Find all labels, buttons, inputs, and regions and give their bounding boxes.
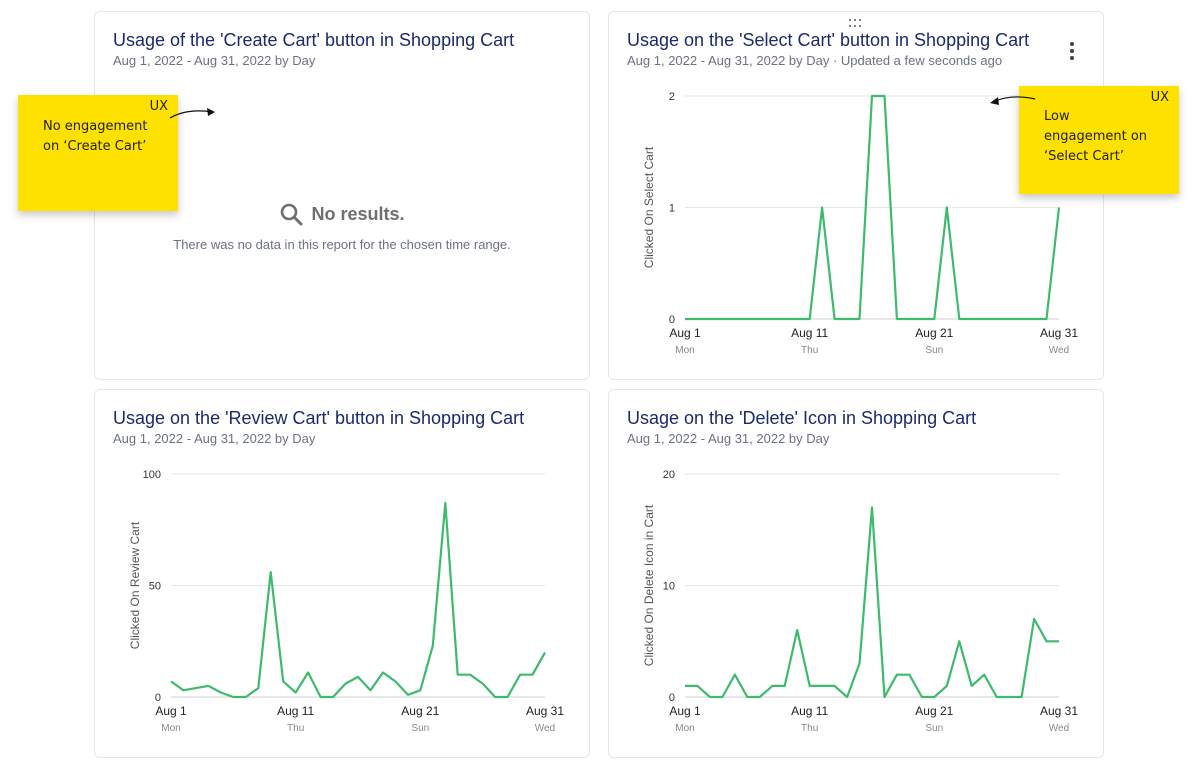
y-tick-label: 50 xyxy=(149,581,161,593)
y-tick-label: 1 xyxy=(669,203,675,215)
x-tick-label: Aug 21 xyxy=(401,704,439,718)
y-tick-label: 20 xyxy=(663,469,675,481)
x-tick-label: Aug 31 xyxy=(1040,326,1078,340)
chart-delete-icon: 0 10 20 Aug 1 Mon Aug 11 Thu Aug 21 Sun Aug 31 Wed… xyxy=(642,469,1078,734)
annotation-arrow-create xyxy=(169,108,215,119)
x-tick-label: Aug 11 xyxy=(277,704,314,718)
x-tick-sublabel: Sun xyxy=(411,723,429,734)
empty-title-row: No results. xyxy=(279,202,405,226)
y-tick-label: 0 xyxy=(669,692,675,704)
y-tick-label: 100 xyxy=(143,469,161,481)
x-tick-label: Aug 1 xyxy=(669,326,701,340)
x-tick-sublabel: Thu xyxy=(287,723,304,734)
x-tick-label: Aug 21 xyxy=(915,326,953,340)
x-tick-sublabel: Sun xyxy=(925,345,943,356)
x-tick-sublabel: Wed xyxy=(1049,723,1069,734)
y-axis-label: Clicked On Delete Icon in Cart xyxy=(642,504,656,666)
empty-message: There was no data in this report for the… xyxy=(173,237,511,252)
x-tick-sublabel: Mon xyxy=(675,723,694,734)
x-tick-sublabel: Thu xyxy=(801,345,818,356)
y-axis-label: Clicked On Select Cart xyxy=(642,146,656,268)
card-title[interactable]: Usage of the 'Create Cart' button in Sho… xyxy=(113,30,514,51)
x-tick-sublabel: Thu xyxy=(801,723,818,734)
card-review-cart: Usage on the 'Review Cart' button in Sho… xyxy=(94,389,590,758)
annotation-arrow-select xyxy=(990,96,1036,105)
y-tick-label: 0 xyxy=(155,692,161,704)
empty-title: No results. xyxy=(311,203,405,224)
card-delete-icon: Usage on the 'Delete' Icon in Shopping C… xyxy=(608,389,1104,758)
y-axis-label: Clicked On Review Cart xyxy=(128,521,142,649)
x-tick-label: Aug 1 xyxy=(155,704,187,718)
y-tick-label: 0 xyxy=(669,314,675,326)
x-tick-sublabel: Wed xyxy=(1049,345,1069,356)
x-tick-sublabel: Wed xyxy=(535,723,555,734)
card-select-cart: Usage on the 'Select Cart' button in Sho… xyxy=(608,11,1104,380)
x-tick-label: Aug 1 xyxy=(669,704,701,718)
x-tick-label: Aug 21 xyxy=(915,704,953,718)
sticky-text: Low engagement on ‘Select Cart’ xyxy=(1044,109,1148,164)
search-icon xyxy=(281,203,303,226)
y-tick-label: 2 xyxy=(669,91,675,103)
chart-select-cart: 0 1 2 Aug 1 Mon Aug 11 Thu Aug 21 Sun Aug 31 Wed Cl… xyxy=(642,91,1078,356)
sticky-text: No engagement on ‘Create Cart’ xyxy=(43,119,148,154)
x-tick-label: Aug 31 xyxy=(1040,704,1078,718)
sticky-tag: UX xyxy=(1150,90,1169,105)
x-tick-label: Aug 11 xyxy=(791,704,828,718)
x-tick-sublabel: Mon xyxy=(161,723,180,734)
series-line xyxy=(170,501,546,699)
x-tick-sublabel: Mon xyxy=(675,345,694,356)
series-line xyxy=(685,506,1059,699)
card-subtitle: Aug 1, 2022 - Aug 31, 2022 by Day xyxy=(113,53,316,68)
x-tick-label: Aug 11 xyxy=(791,326,828,340)
sticky-note-create[interactable]: UX No engagement on ‘Create Cart’ xyxy=(18,95,178,211)
x-tick-label: Aug 31 xyxy=(526,704,564,718)
y-tick-label: 10 xyxy=(663,581,675,593)
chart-review-cart: 0 50 100 Aug 1 Mon Aug 11 Thu Aug 21 Sun Aug 31 We… xyxy=(128,469,564,734)
x-tick-sublabel: Sun xyxy=(925,723,943,734)
